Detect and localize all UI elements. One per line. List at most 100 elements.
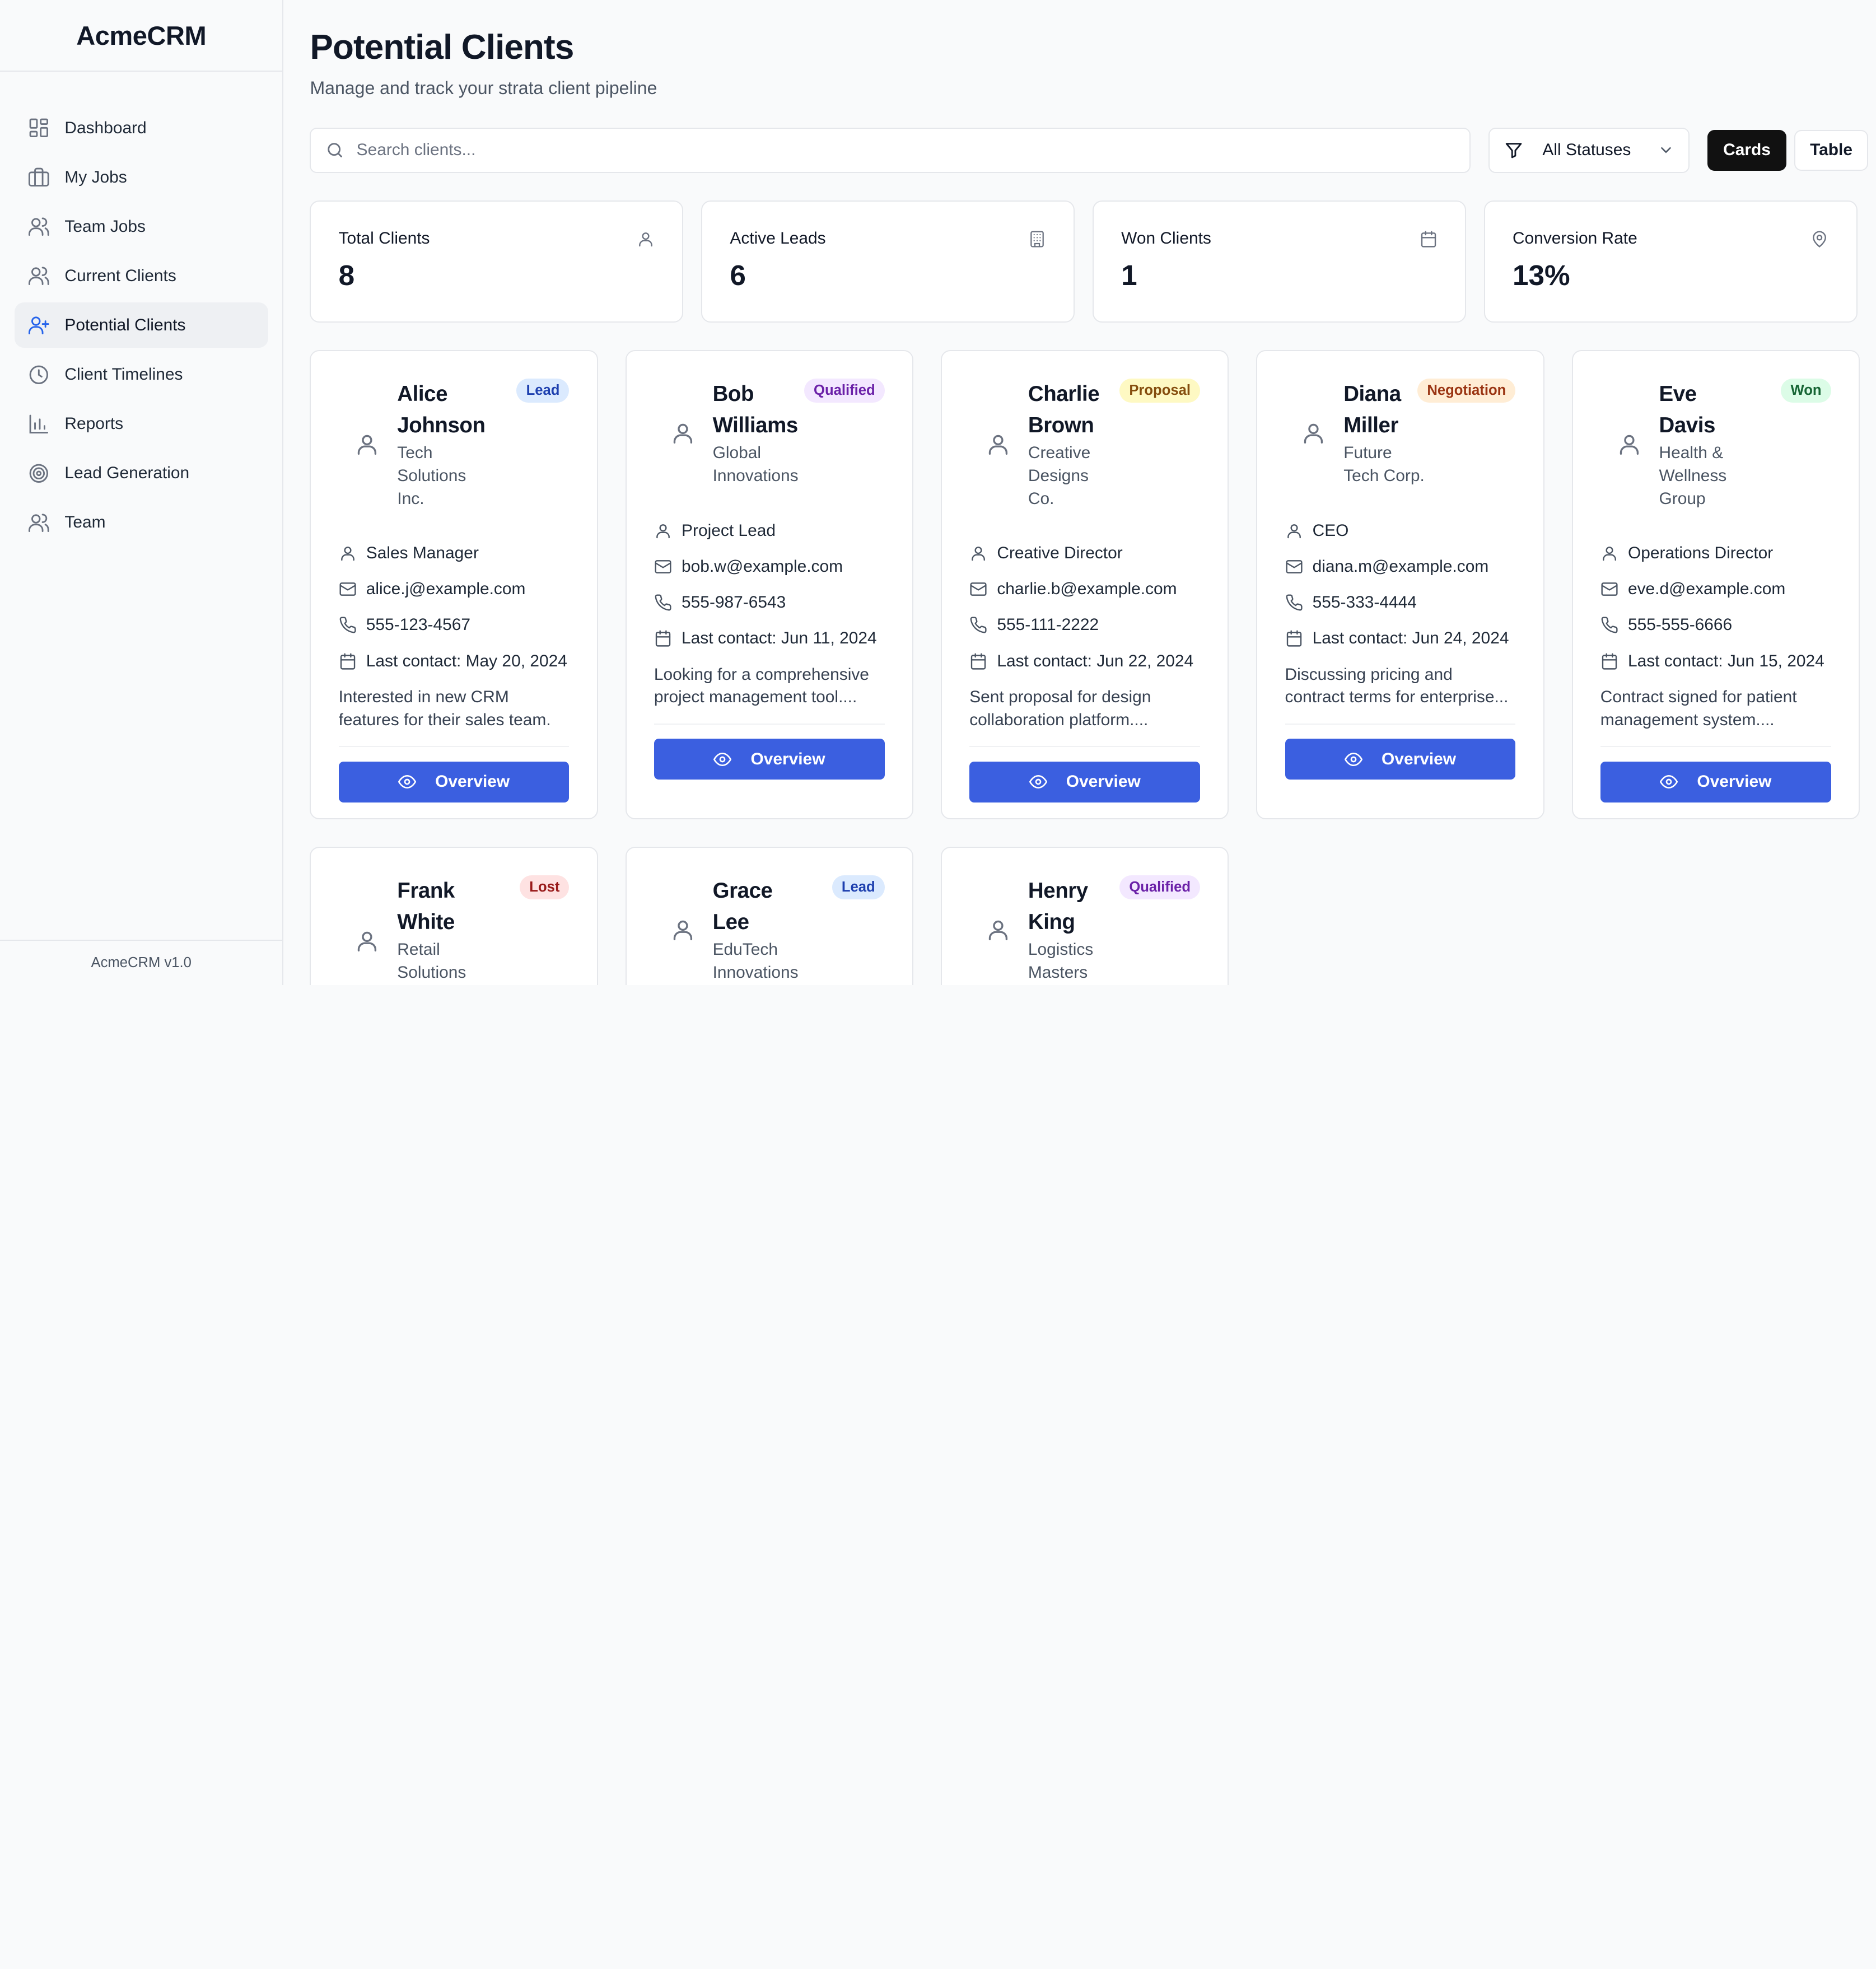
client-phone-row: 555-333-4444: [1285, 585, 1516, 620]
overview-button-label: Overview: [435, 772, 510, 791]
client-last-contact: Last contact: Jun 11, 2024: [682, 628, 877, 647]
user-icon: [339, 544, 357, 562]
client-email-row: alice.j@example.com: [339, 571, 570, 607]
client-name: Grace Lee: [712, 879, 773, 934]
client-name: Eve Davis: [1659, 382, 1715, 437]
sidebar-item-label: My Jobs: [64, 167, 127, 186]
client-details: CEO diana.m@example.com 555-333-4444 Last c…: [1285, 513, 1516, 656]
client-phone: 555-333-4444: [1312, 592, 1417, 612]
user-avatar-icon: [1285, 379, 1343, 487]
cards-view-button[interactable]: Cards: [1707, 129, 1786, 171]
user-avatar-icon: [969, 875, 1027, 984]
client-email: alice.j@example.com: [366, 580, 526, 599]
sidebar-nav: Dashboard My Jobs Team Jobs Current Clients…: [0, 72, 282, 545]
overview-button-label: Overview: [1697, 772, 1772, 791]
client-card: Bob Williams Global Innovations Qualified P…: [625, 350, 913, 819]
overview-button[interactable]: Overview: [338, 761, 570, 802]
client-phone-row: 555-987-6543: [654, 585, 885, 620]
calendar-icon: [1600, 652, 1618, 670]
sidebar-item-dashboard[interactable]: Dashboard: [15, 105, 268, 151]
client-role: Operations Director: [1627, 544, 1774, 563]
overview-button[interactable]: Overview: [1285, 739, 1516, 780]
stat-card-won-clients: Won Clients 1: [1093, 200, 1466, 323]
sidebar-item-lead-generation[interactable]: Lead Generation: [15, 450, 268, 496]
search-input[interactable]: [356, 141, 1434, 160]
client-role: Sales Manager: [366, 544, 479, 563]
client-card: Charlie Brown Creative Designs Co. Proposa…: [941, 350, 1229, 819]
sidebar-item-label: Team Jobs: [64, 217, 146, 236]
client-company: Future Tech Corp.: [1343, 444, 1425, 486]
client-email-row: diana.m@example.com: [1285, 549, 1516, 585]
client-note: Sent proposal for design collaboration p…: [969, 686, 1201, 748]
client-last-contact-row: Last contact: Jun 11, 2024: [654, 620, 885, 656]
bar-chart-icon: [27, 413, 50, 436]
overview-button[interactable]: Overview: [654, 739, 885, 780]
client-details: Creative Director charlie.b@example.com 55…: [969, 535, 1200, 679]
client-name: Charlie Brown: [1028, 382, 1100, 437]
users-icon: [27, 264, 50, 287]
user-avatar-icon: [339, 875, 396, 985]
sidebar-item-label: Current Clients: [64, 266, 176, 285]
sidebar-item-team-jobs[interactable]: Team Jobs: [15, 204, 268, 249]
client-role-row: CEO: [1285, 513, 1516, 549]
user-avatar-icon: [339, 379, 396, 510]
sidebar-item-team[interactable]: Team: [15, 500, 268, 545]
status-badge: Qualified: [1119, 875, 1201, 899]
search-box: [310, 127, 1471, 173]
client-details: Sales Manager alice.j@example.com 555-123-…: [339, 535, 570, 679]
status-filter-select[interactable]: All Statuses: [1488, 127, 1690, 173]
status-badge: Qualified: [804, 379, 885, 403]
client-email: eve.d@example.com: [1627, 580, 1786, 599]
user-avatar-icon: [654, 379, 712, 487]
filter-icon: [1504, 141, 1523, 160]
stat-value: 1: [1121, 259, 1137, 292]
sidebar-item-my-jobs[interactable]: My Jobs: [15, 155, 268, 200]
stat-label: Active Leads: [730, 229, 826, 248]
main-content: Potential Clients Manage and track your …: [283, 0, 1876, 985]
brand-logo: AcmeCRM: [0, 0, 283, 72]
client-last-contact: Last contact: Jun 15, 2024: [1627, 651, 1824, 670]
sidebar-item-potential-clients[interactable]: Potential Clients: [14, 302, 268, 348]
client-company: Global Innovations: [712, 444, 799, 486]
building-icon: [1028, 230, 1046, 248]
stat-value: 13%: [1512, 259, 1570, 292]
phone-icon: [339, 616, 357, 634]
eye-icon: [1344, 750, 1362, 768]
client-company: EduTech Innovations: [712, 940, 799, 982]
status-badge: Lead: [832, 875, 885, 899]
table-view-button[interactable]: Table: [1794, 129, 1868, 171]
client-details: Project Lead bob.w@example.com 555-987-654…: [654, 513, 885, 656]
eye-icon: [1029, 773, 1047, 791]
client-email: charlie.b@example.com: [997, 580, 1177, 599]
page-title: Potential Clients: [310, 28, 574, 67]
client-phone-row: 555-123-4567: [339, 607, 570, 643]
user-icon: [1285, 522, 1303, 540]
users-icon: [27, 215, 50, 238]
sidebar-item-reports[interactable]: Reports: [15, 401, 268, 446]
client-last-contact: Last contact: Jun 24, 2024: [1312, 628, 1509, 647]
sidebar-item-label: Client Timelines: [64, 365, 183, 384]
overview-button[interactable]: Overview: [969, 761, 1201, 802]
stat-card-total-clients: Total Clients 8: [310, 200, 684, 323]
sidebar-item-client-timelines[interactable]: Client Timelines: [15, 352, 268, 397]
status-badge: Proposal: [1119, 379, 1201, 403]
app-version: AcmeCRM v1.0: [0, 939, 283, 985]
user-icon: [1600, 544, 1618, 562]
stat-card-conversion-rate: Conversion Rate 13%: [1483, 200, 1858, 323]
stats-row: Total Clients 8 Active Leads 6 Won Clients 1 C…: [310, 200, 1868, 323]
client-role-row: Creative Director: [969, 535, 1200, 571]
status-badge: Won: [1781, 379, 1831, 403]
client-last-contact-row: Last contact: May 20, 2024: [339, 643, 570, 679]
sidebar-item-current-clients[interactable]: Current Clients: [15, 253, 268, 298]
phone-icon: [654, 594, 672, 612]
client-note: Looking for a comprehensive project mana…: [654, 664, 885, 725]
client-card-header: Eve Davis Health & Wellness Group Won: [1600, 379, 1831, 510]
client-email-row: eve.d@example.com: [1600, 571, 1831, 607]
sidebar-item-label: Reports: [64, 414, 124, 433]
client-last-contact: Last contact: Jun 22, 2024: [997, 651, 1194, 670]
page-subtitle: Manage and track your strata client pipe…: [310, 78, 657, 99]
client-card-header: Alice Johnson Tech Solutions Inc. Lead: [339, 379, 570, 510]
overview-button[interactable]: Overview: [1600, 761, 1831, 802]
client-phone: 555-123-4567: [366, 615, 470, 634]
client-card-header: Henry King Logistics Masters Qualified: [969, 875, 1201, 984]
